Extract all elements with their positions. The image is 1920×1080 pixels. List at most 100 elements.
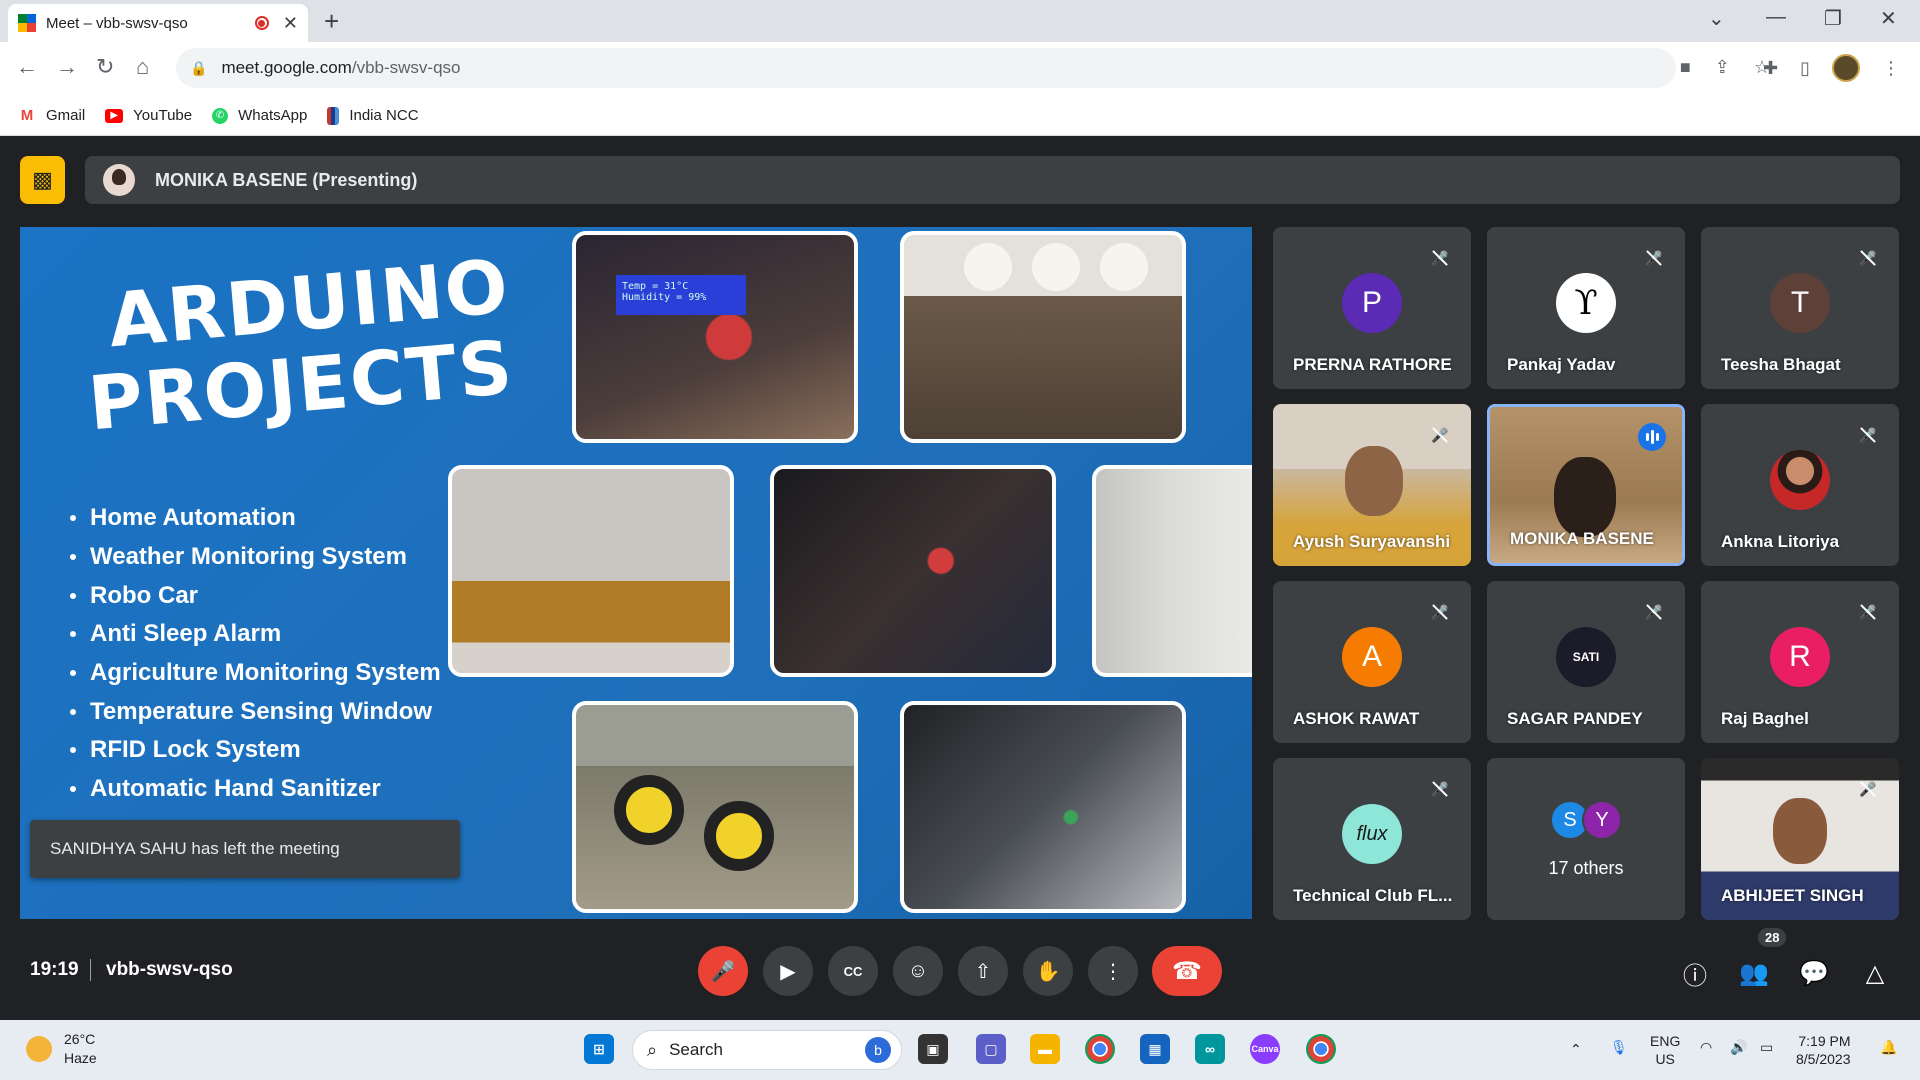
bookmarks-bar: M Gmail ▶ YouTube ✆ WhatsApp India NCC bbox=[0, 96, 1920, 136]
captions-button[interactable]: CC bbox=[828, 946, 878, 996]
notification-toast: SANIDHYA SAHU has left the meeting bbox=[30, 820, 460, 878]
more-options-button[interactable]: ⋮ bbox=[1088, 946, 1138, 996]
others-tile[interactable]: S Y 17 others bbox=[1487, 758, 1685, 920]
speaking-indicator-icon bbox=[1638, 423, 1666, 451]
participant-tile[interactable]: R 🎤 Raj Baghel bbox=[1701, 581, 1899, 743]
task-view-icon[interactable]: ▣ bbox=[918, 1034, 948, 1064]
participant-name: MONIKA BASENE bbox=[1510, 529, 1654, 548]
minimize-icon[interactable]: — bbox=[1766, 6, 1786, 29]
participant-name: SAGAR PANDEY bbox=[1507, 709, 1643, 728]
language-indicator[interactable]: ENG US bbox=[1650, 1032, 1680, 1068]
people-icon[interactable]: 👥 bbox=[1737, 956, 1771, 990]
participant-tile[interactable]: SATI 🎤 SAGAR PANDEY bbox=[1487, 581, 1685, 743]
chat-app-icon[interactable]: ▢ bbox=[976, 1034, 1006, 1064]
tab-meet[interactable]: Meet – vbb-swsv-qso ✕ bbox=[8, 4, 308, 42]
whatsapp-icon: ✆ bbox=[212, 107, 229, 124]
mic-off-icon: 🎤 bbox=[1429, 247, 1451, 269]
participant-name: Raj Baghel bbox=[1721, 709, 1809, 728]
mic-off-icon: 🎤 bbox=[1643, 601, 1665, 623]
microphone-tray-icon[interactable]: 🎙 bbox=[1610, 1038, 1628, 1056]
chrome-icon[interactable] bbox=[1085, 1034, 1115, 1064]
tab-title: Meet – vbb-swsv-qso bbox=[46, 14, 188, 32]
system-clock[interactable]: 7:19 PM 8/5/2023 bbox=[1796, 1032, 1851, 1068]
presentation-slide: ARDUINO PROJECTS Home Automation Weather… bbox=[20, 227, 1252, 919]
close-window-icon[interactable]: ✕ bbox=[1880, 6, 1897, 31]
avatar: SATI bbox=[1556, 627, 1616, 687]
participant-tile[interactable]: 🎤 Ankna Litoriya bbox=[1701, 404, 1899, 566]
taskbar-search[interactable]: ⌕ Search b bbox=[632, 1030, 902, 1070]
windows-taskbar: 26°C Haze ⊞ ⌕ Search b ▣ ▢ ▬ ▦ ∞ Canva ⌃… bbox=[0, 1020, 1920, 1080]
url-text: meet.google.com/vbb-swsv-qso bbox=[221, 58, 461, 77]
meeting-time: 19:19 bbox=[30, 959, 79, 980]
divider bbox=[90, 959, 91, 981]
activities-icon[interactable]: △ bbox=[1858, 956, 1892, 990]
side-panel-icon[interactable]: ▯ bbox=[1800, 58, 1810, 79]
wifi-icon[interactable]: ◠ bbox=[1700, 1038, 1712, 1056]
avatar: R bbox=[1770, 627, 1830, 687]
avatar: P bbox=[1342, 273, 1402, 333]
volume-icon[interactable]: 🔊 bbox=[1730, 1038, 1747, 1056]
menu-icon[interactable]: ⋮ bbox=[1882, 58, 1900, 79]
mic-off-icon: 🎤 bbox=[1429, 601, 1451, 623]
participant-tile[interactable]: 🎤 Ayush Suryavanshi bbox=[1273, 404, 1471, 566]
photo-rfid bbox=[1092, 465, 1252, 677]
show-hidden-icons[interactable]: ⌃ bbox=[1570, 1040, 1582, 1058]
presenter-avatar bbox=[103, 164, 135, 196]
info-icon[interactable]: ⓘ bbox=[1678, 956, 1712, 990]
list-item: Temperature Sensing Window bbox=[70, 692, 441, 731]
windows-start-icon[interactable]: ⊞ bbox=[584, 1034, 614, 1064]
canva-icon[interactable]: Canva bbox=[1250, 1034, 1280, 1064]
browser-tab-bar: Meet – vbb-swsv-qso ✕ + ⌄ — ❐ ✕ bbox=[0, 0, 1920, 42]
file-explorer-icon[interactable]: ▬ bbox=[1030, 1034, 1060, 1064]
mic-off-icon: 🎤 bbox=[1857, 424, 1879, 446]
gmail-icon: M bbox=[18, 107, 36, 124]
temperature: 26°C bbox=[64, 1031, 96, 1047]
participant-tile[interactable]: ϒ 🎤 Pankaj Yadav bbox=[1487, 227, 1685, 389]
restore-icon[interactable]: ❐ bbox=[1824, 6, 1842, 31]
photo-sanitizer bbox=[448, 465, 734, 677]
avatar: ϒ bbox=[1556, 273, 1616, 333]
bookmark-gmail[interactable]: M Gmail bbox=[18, 107, 85, 124]
stop-presenting-icon[interactable]: ▩ bbox=[20, 156, 65, 204]
bookmark-india-ncc[interactable]: India NCC bbox=[327, 106, 419, 125]
list-item: Agriculture Monitoring System bbox=[70, 654, 441, 693]
share-icon[interactable]: ⇪ bbox=[1715, 57, 1730, 78]
photo-weather-monitor: Temp = 31°C Humidity = 99% bbox=[572, 231, 858, 443]
participant-tile[interactable]: 🎤 ABHIJEET SINGH bbox=[1701, 758, 1899, 920]
participant-tile-active[interactable]: MONIKA BASENE bbox=[1487, 404, 1685, 566]
present-button[interactable]: ⇧ bbox=[958, 946, 1008, 996]
participant-tile[interactable]: P 🎤 PRERNA RATHORE bbox=[1273, 227, 1471, 389]
emoji-button[interactable]: ☺ bbox=[893, 946, 943, 996]
new-tab-button[interactable]: + bbox=[324, 6, 339, 37]
forward-icon[interactable]: → bbox=[56, 54, 78, 80]
weather-widget[interactable]: 26°C Haze bbox=[26, 1030, 97, 1068]
ms-store-icon[interactable]: ▦ bbox=[1140, 1034, 1170, 1064]
end-call-button[interactable]: ☎ bbox=[1152, 946, 1222, 996]
avatar bbox=[1770, 450, 1830, 510]
extensions-icon[interactable]: ✚ bbox=[1763, 58, 1778, 79]
raise-hand-button[interactable]: ✋ bbox=[1023, 946, 1073, 996]
participant-name: Technical Club FL... bbox=[1293, 886, 1453, 905]
mic-off-icon: 🎤 bbox=[1857, 601, 1879, 623]
participant-tile[interactable]: A 🎤 ASHOK RAWAT bbox=[1273, 581, 1471, 743]
address-bar[interactable]: 🔒 meet.google.com/vbb-swsv-qso bbox=[176, 48, 1676, 88]
notifications-icon[interactable]: 🔔 bbox=[1880, 1038, 1897, 1056]
home-icon[interactable]: ⌂ bbox=[136, 54, 149, 80]
tab-close-icon[interactable]: ✕ bbox=[283, 13, 298, 34]
participant-tile[interactable]: flux 🎤 Technical Club FL... bbox=[1273, 758, 1471, 920]
tab-list-icon[interactable]: ⌄ bbox=[1708, 6, 1725, 31]
back-icon[interactable]: ← bbox=[16, 54, 38, 80]
camera-icon[interactable]: ■ bbox=[1680, 57, 1691, 78]
mic-off-button[interactable]: 🎤 bbox=[698, 946, 748, 996]
arduino-icon[interactable]: ∞ bbox=[1195, 1034, 1225, 1064]
camera-button[interactable]: ▶ bbox=[763, 946, 813, 996]
bookmark-youtube[interactable]: ▶ YouTube bbox=[105, 107, 192, 124]
battery-icon[interactable]: ▭ bbox=[1760, 1038, 1773, 1056]
participant-tile[interactable]: T 🎤 Teesha Bhagat bbox=[1701, 227, 1899, 389]
mic-off-icon: 🎤 bbox=[1429, 424, 1451, 446]
profile-avatar[interactable] bbox=[1832, 54, 1860, 82]
bookmark-whatsapp[interactable]: ✆ WhatsApp bbox=[212, 107, 307, 124]
chat-icon[interactable]: 💬 bbox=[1797, 956, 1831, 990]
reload-icon[interactable]: ↻ bbox=[96, 54, 114, 80]
chrome-profile-icon[interactable] bbox=[1306, 1034, 1336, 1064]
